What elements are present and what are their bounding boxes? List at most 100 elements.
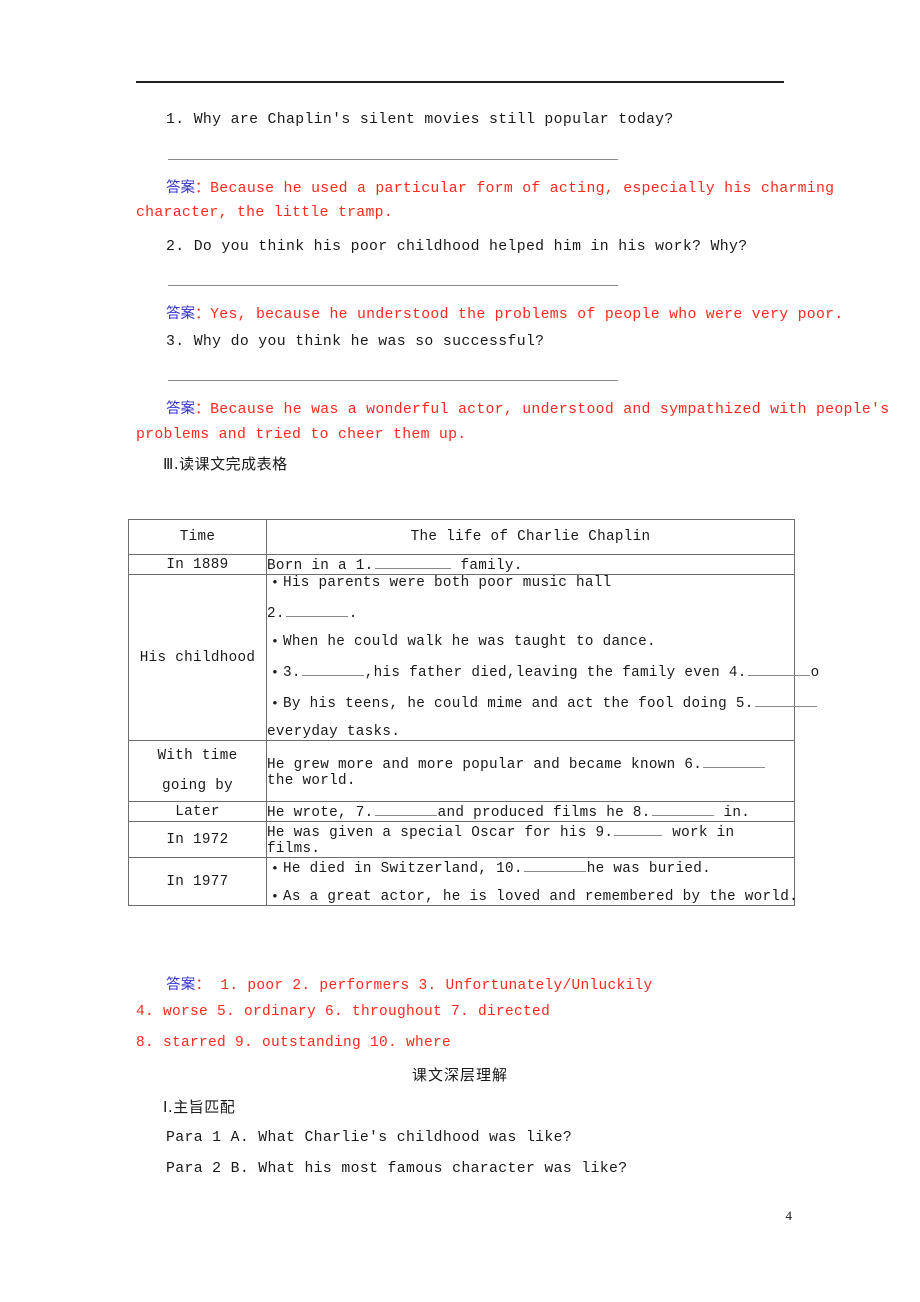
table-row: Later He wrote, 7. and produced films he … <box>128 801 795 822</box>
fill-blank-10[interactable] <box>523 858 586 872</box>
table-row: In 1889 Born in a 1. family. <box>128 554 795 575</box>
text-pre: When he could walk he was taught to danc… <box>283 634 656 650</box>
text-post: family. <box>451 558 523 574</box>
text-pre: He grew more and more popular and became… <box>267 756 703 773</box>
childhood-line-3: When he could walk he was taught to danc… <box>267 634 794 650</box>
text-post-2: in. <box>714 805 751 821</box>
childhood-line-6: everyday tasks. <box>267 724 794 740</box>
y1977-line-1: He died in Switzerland, 10. he was buried… <box>267 858 794 877</box>
text-pre: By his teens, he could mime and act the … <box>283 696 754 712</box>
answer-key-line-1: 答案： 1. poor 2. performers 3. Unfortunatel… <box>166 973 653 994</box>
table-row: His childhood His parents were both poor… <box>128 574 819 741</box>
answer-blank-rule-2 <box>168 285 618 286</box>
text-pre: 2. <box>267 606 285 622</box>
bullet-icon <box>267 665 283 681</box>
text-post: ,his father died,leaving the family even… <box>364 665 747 681</box>
text-pre: He was given a special Oscar for his 9. <box>267 825 614 841</box>
row-time-withtime: With time going by <box>128 740 267 802</box>
fill-blank-1[interactable] <box>374 555 451 569</box>
row-content-later: He wrote, 7. and produced films he 8. in. <box>266 801 795 822</box>
answer-3-text: Because he was a wonderful actor, unders… <box>210 402 890 418</box>
answer-1-line-1: 答案：Because he used a particular form of … <box>166 176 834 197</box>
text-pre: He wrote, 7. <box>267 805 374 821</box>
table-row: With time going by He grew more and more… <box>128 740 795 802</box>
childhood-line-4: 3. ,his father died,leaving the family ev… <box>267 662 819 681</box>
fill-blank-5[interactable] <box>754 693 817 707</box>
fill-blank-6[interactable] <box>703 754 766 768</box>
answer-1-text: Because he used a particular form of act… <box>210 181 835 197</box>
text-pre: Born in a 1. <box>267 558 374 574</box>
answer-colon-2: ： <box>195 307 211 323</box>
top-horizontal-rule <box>136 81 784 83</box>
answer-key-colon: ： <box>195 978 211 994</box>
answer-blank-rule-3 <box>168 380 618 381</box>
section-iii-heading: Ⅲ.读课文完成表格 <box>163 455 288 473</box>
bullet-icon <box>267 861 283 877</box>
row-content-withtime: He grew more and more popular and became… <box>266 740 795 802</box>
fill-blank-3[interactable] <box>301 662 364 676</box>
answer-label-3: 答案 <box>166 401 195 417</box>
question-3-text: 3. Why do you think he was so successful… <box>166 334 545 350</box>
document-page: 1. Why are Chaplin's silent movies still… <box>0 0 920 1302</box>
text-post: he was buried. <box>586 861 712 877</box>
fill-blank-8[interactable] <box>651 802 714 816</box>
text-pre: He died in Switzerland, 10. <box>283 861 523 877</box>
childhood-line-5: By his teens, he could mime and act the … <box>267 693 817 712</box>
row-time-childhood: His childhood <box>128 574 267 741</box>
row-content-1972: He was given a special Oscar for his 9. … <box>266 821 795 858</box>
answer-1-line-2: character, the little tramp. <box>136 205 394 221</box>
answer-key-label: 答案 <box>166 977 196 993</box>
bullet-icon <box>267 634 283 650</box>
answer-2-line-1: 答案：Yes, because he understood the proble… <box>166 302 844 323</box>
answer-colon-1: ： <box>195 181 211 197</box>
childhood-line-1: His parents were both poor music hall <box>267 575 794 591</box>
text-post: . <box>348 606 358 622</box>
table-row: In 1972 He was given a special Oscar for… <box>128 821 795 858</box>
row-content-childhood: His parents were both poor music hall 2.… <box>266 574 819 741</box>
row-time-1972: In 1972 <box>128 821 267 858</box>
text-pre: As a great actor, he is loved and rememb… <box>283 889 799 905</box>
text-pre: His parents were both poor music hall <box>283 575 612 591</box>
answer-3-line-2: problems and tried to cheer them up. <box>136 427 467 443</box>
deep-sub-heading: Ⅰ.主旨匹配 <box>163 1098 236 1116</box>
text-post: the world. <box>267 772 356 789</box>
fill-blank-2[interactable] <box>285 603 348 617</box>
answer-3-line-1: 答案：Because he was a wonderful actor, und… <box>166 397 889 418</box>
fill-blank-7[interactable] <box>374 802 437 816</box>
row-time-1889: In 1889 <box>128 554 267 575</box>
row-time-1977: In 1977 <box>128 857 267 906</box>
row-time-later: Later <box>128 801 267 822</box>
answer-blank-rule-1 <box>168 159 618 160</box>
answer-key-line-2: 4. worse 5. ordinary 6. throughout 7. di… <box>136 1004 551 1020</box>
row-content-1889: Born in a 1. family. <box>266 554 795 575</box>
y1977-line-2: As a great actor, he is loved and rememb… <box>267 889 798 905</box>
table-header-row: Time The life of Charlie Chaplin <box>128 519 795 555</box>
answer-2-text: Yes, because he understood the problems … <box>210 307 844 323</box>
childhood-line-2: 2.. <box>267 603 794 622</box>
fill-blank-4[interactable] <box>747 662 810 676</box>
row-time-withtime-line2: going by <box>161 778 234 794</box>
answer-key-line-3: 8. starred 9. outstanding 10. where <box>136 1035 452 1051</box>
fill-blank-9[interactable] <box>614 822 663 836</box>
answer-label-2: 答案 <box>166 306 195 322</box>
text-post: and produced films he 8. <box>437 805 651 821</box>
bullet-icon <box>267 575 283 591</box>
row-time-withtime-line1: With time <box>157 748 238 764</box>
table-header-time: Time <box>128 519 267 555</box>
bullet-icon <box>267 889 283 905</box>
answer-colon-3: ： <box>195 402 211 418</box>
text-pre: everyday tasks. <box>267 724 401 740</box>
answer-key-text-1: 1. poor 2. performers 3. Unfortunately/U… <box>220 978 653 994</box>
question-2-text: 2. Do you think his poor childhood helpe… <box>166 239 748 255</box>
para-match-2: Para 2 B. What his most famous character… <box>166 1161 628 1177</box>
page-number: 4 <box>785 1208 793 1223</box>
row-content-1977: He died in Switzerland, 10. he was buried… <box>266 857 798 906</box>
table-header-life: The life of Charlie Chaplin <box>266 519 795 555</box>
table-row: In 1977 He died in Switzerland, 10. he wa… <box>128 857 798 906</box>
answer-label-1: 答案 <box>166 180 195 196</box>
question-1-text: 1. Why are Chaplin's silent movies still… <box>166 112 674 128</box>
bullet-icon <box>267 696 283 712</box>
text-post-2: o <box>810 665 820 681</box>
text-pre: 3. <box>283 665 301 681</box>
deep-comprehension-heading: 课文深层理解 <box>411 1066 508 1084</box>
